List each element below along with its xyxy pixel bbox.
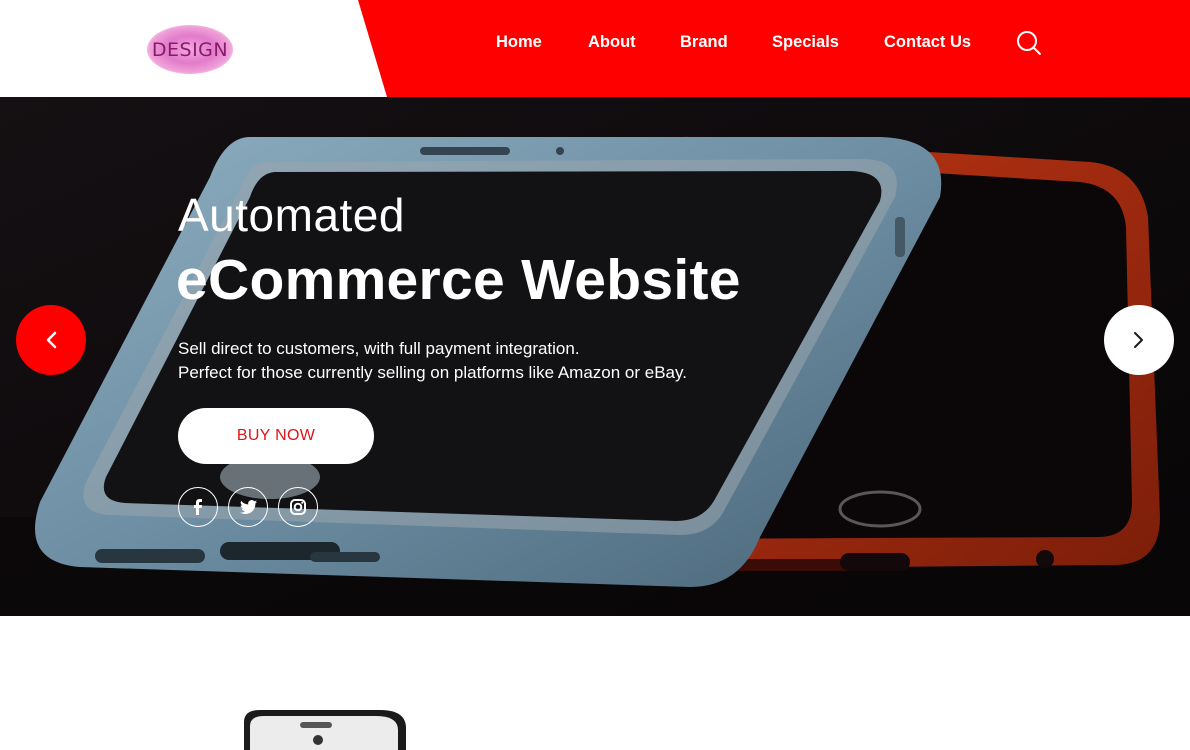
instagram-icon[interactable]: [278, 487, 318, 527]
nav-item-home[interactable]: Home: [496, 30, 542, 54]
logo-text: DESIGN: [151, 38, 229, 61]
search-icon[interactable]: [1016, 30, 1042, 56]
hero-description: Sell direct to customers, with full paym…: [178, 337, 687, 385]
hero-title-line2: eCommerce Website: [176, 248, 741, 312]
hero-description-line2: Perfect for those currently selling on p…: [178, 363, 687, 382]
slider-next-button[interactable]: [1104, 305, 1174, 375]
nav-item-specials[interactable]: Specials: [772, 30, 839, 54]
nav-item-brand[interactable]: Brand: [680, 30, 728, 54]
product-image-phone: [244, 710, 406, 750]
twitter-icon[interactable]: [228, 487, 268, 527]
chevron-left-icon: [46, 331, 57, 349]
logo[interactable]: DESIGN: [147, 25, 233, 74]
nav-item-contact-us[interactable]: Contact Us: [884, 30, 971, 54]
nav-item-about[interactable]: About: [588, 30, 636, 54]
hero-description-line1: Sell direct to customers, with full paym…: [178, 339, 580, 358]
site-header: DESIGN Home About Brand Specials Contact…: [0, 0, 1190, 97]
facebook-icon[interactable]: [178, 487, 218, 527]
hero-title-line1: Automated: [178, 189, 405, 241]
slider-prev-button[interactable]: [16, 305, 86, 375]
buy-now-button[interactable]: BUY NOW: [178, 408, 374, 464]
chevron-right-icon: [1134, 332, 1143, 348]
